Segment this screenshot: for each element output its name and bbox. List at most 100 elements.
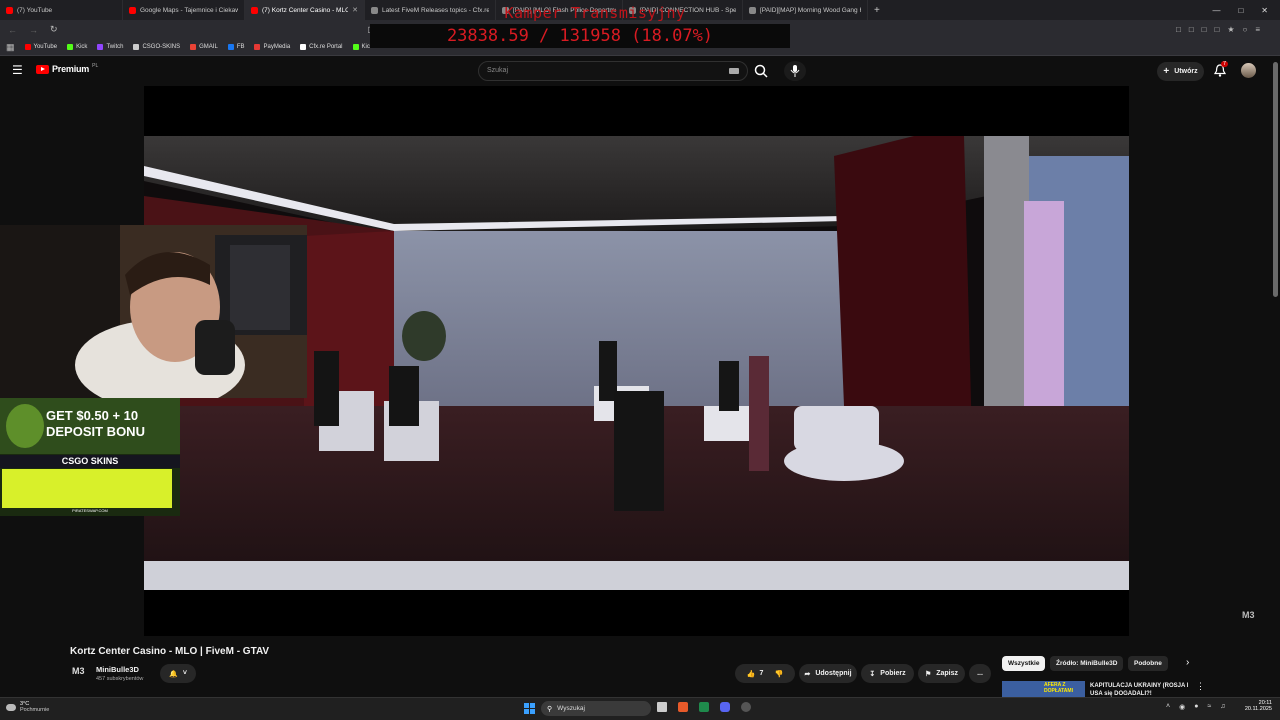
excel-icon[interactable] — [699, 702, 709, 712]
like-dislike-group: 👍 7 👎 — [735, 664, 795, 683]
search-placeholder: Szukaj — [487, 67, 509, 74]
dislike-button[interactable]: 👎 — [774, 670, 783, 678]
taskbar-search-label: Wyszukaj — [557, 705, 585, 712]
search-icon: ⚲ — [547, 705, 553, 713]
bookmark-item[interactable]: GMAIL — [190, 44, 218, 50]
like-count: 7 — [759, 670, 764, 677]
logo-text: Premium — [52, 64, 90, 74]
obs-icon[interactable] — [741, 702, 751, 712]
tab-label: [PAID][MAP] Morning Wood Gang H — [760, 6, 861, 14]
browser-icon[interactable] — [678, 702, 688, 712]
recommended-menu-icon[interactable]: ⋮ — [1196, 681, 1205, 692]
like-button[interactable]: 👍 7 — [747, 670, 764, 678]
bookmark-favicon-icon — [133, 44, 140, 50]
webcam-feed — [0, 225, 307, 398]
page-scrollbar[interactable] — [1272, 57, 1280, 697]
browser-tab[interactable]: (7) YouTube — [0, 0, 123, 20]
date: 20.11.2025 — [1244, 706, 1272, 712]
ad-brand: CSGO SKINS — [0, 455, 180, 468]
overlay-title: Kamper Transmisyjny — [504, 4, 686, 22]
tray-chevron-icon[interactable]: ˄ — [1166, 703, 1170, 711]
notifications-button[interactable]: 7 — [1213, 61, 1229, 82]
new-tab-button[interactable]: + — [868, 0, 886, 20]
maximize-icon[interactable]: □ — [1238, 6, 1243, 15]
bookmark-item[interactable]: FB — [227, 44, 245, 50]
recommended-thumbnail[interactable]: AFERA Z DOPŁATAMI — [1002, 681, 1085, 697]
bookmark-label: CSGO-SKINS — [142, 44, 181, 50]
clock[interactable]: 20:11 20.11.2025 — [1240, 700, 1272, 712]
bookmark-label: FB — [236, 44, 245, 50]
channel-watermark[interactable]: M3 — [1242, 610, 1255, 620]
subscription-bell-button[interactable]: 🔔 ˅ — [160, 664, 196, 683]
chip-source[interactable]: Źródło: MiniBulle3D — [1050, 656, 1124, 671]
taskbar-search[interactable]: ⚲ Wyszukaj — [541, 701, 651, 716]
minimize-icon[interactable]: — — [1212, 6, 1220, 15]
keyboard-icon[interactable] — [729, 68, 739, 74]
channel-avatar[interactable]: M3 — [72, 666, 89, 683]
subscriber-count: 457 subskrybentów — [96, 676, 144, 682]
save-label: Zapisz — [936, 670, 959, 677]
avatar[interactable] — [1241, 63, 1256, 78]
apps-grid-icon[interactable]: ▦ — [6, 42, 15, 53]
window-controls: — □ ✕ — [1212, 0, 1280, 20]
overlay-counter: 23838.59 / 131958 (18.07%) — [370, 24, 790, 48]
ad-line1: GET $0.50 + 10 — [46, 408, 139, 423]
close-icon[interactable]: ✕ — [1261, 6, 1268, 15]
youtube-logo[interactable]: Premium PL — [36, 63, 98, 74]
chip-all[interactable]: Wszystkie — [1002, 656, 1046, 671]
search-button[interactable] — [748, 61, 776, 81]
tab-label: (7) YouTube — [17, 6, 53, 14]
mic-icon — [790, 65, 800, 77]
bookmark-item[interactable]: CSGO-SKINS — [133, 44, 180, 50]
bookmark-item[interactable]: Cfx.re Portal — [300, 44, 343, 50]
mic-tray-icon[interactable]: ● — [1194, 703, 1198, 711]
bookmark-label: Cfx.re Portal — [309, 44, 343, 50]
recommended-title[interactable]: KAPITULACJA UKRAINY (ROSJA I USA się DOG… — [1090, 682, 1190, 697]
more-actions-button[interactable]: ... — [969, 664, 991, 683]
share-label: Udostępnij — [815, 670, 852, 677]
bookmark-item[interactable]: PayMedia — [254, 44, 290, 50]
task-view-icon[interactable] — [657, 702, 667, 712]
ad-banner — [2, 469, 172, 508]
download-icon: ↧ — [869, 670, 876, 678]
browser-tab[interactable]: (7) Kortz Center Casino - MLO ✕ — [245, 0, 365, 20]
save-button[interactable]: ⚑ Zapisz — [918, 664, 965, 683]
mic-button[interactable] — [784, 61, 806, 81]
forward-icon[interactable]: → — [29, 25, 38, 35]
weather-widget[interactable]: 3°C Pochmurnie — [6, 701, 49, 713]
tab-favicon-icon — [6, 6, 13, 14]
sponsor-ad[interactable]: GET $0.50 + 10 DEPOSIT BONU CSGO SKINS P… — [0, 398, 180, 516]
tab-close-icon[interactable]: ✕ — [352, 6, 358, 14]
more-label: ... — [977, 670, 983, 677]
browser-tab[interactable]: [PAID][MAP] Morning Wood Gang H — [743, 0, 868, 20]
chevron-right-icon[interactable]: › — [1186, 657, 1189, 668]
bookmark-favicon-icon — [67, 44, 74, 50]
share-button[interactable]: ➦ Udostępnij — [799, 664, 857, 683]
menu-icon[interactable]: ☰ — [12, 63, 23, 77]
browser-tab[interactable]: Google Maps - Tajemnice i Ciekawos — [123, 0, 245, 20]
extensions-icons[interactable]: □□□□★○≡ — [1176, 25, 1268, 34]
channel-name[interactable]: MiniBulle3D — [96, 665, 139, 674]
bookmark-item[interactable]: YouTube — [24, 44, 57, 50]
volume-icon[interactable]: ♫ — [1220, 703, 1225, 711]
search-icon — [754, 64, 768, 78]
system-tray: ˄ ◉ ● ≈ ♫ — [1166, 703, 1226, 711]
share-icon: ➦ — [804, 670, 811, 678]
notification-badge: 7 — [1221, 61, 1229, 67]
chip-related[interactable]: Podobne — [1128, 656, 1168, 671]
create-button[interactable]: + Utwórz — [1157, 62, 1204, 81]
reload-icon[interactable]: ↻ — [50, 24, 58, 35]
bookmark-item[interactable]: Kick — [67, 44, 87, 50]
discord-icon[interactable] — [720, 702, 730, 712]
ad-footer: PIRATESWAP.COM — [72, 508, 108, 513]
start-button[interactable] — [524, 703, 535, 714]
bookmark-favicon-icon — [97, 44, 104, 50]
scrollbar-thumb[interactable] — [1273, 62, 1278, 297]
bookmark-label: PayMedia — [263, 44, 291, 50]
download-button[interactable]: ↧ Pobierz — [861, 664, 914, 683]
wifi-icon[interactable]: ≈ — [1207, 703, 1211, 711]
bookmark-item[interactable]: Twitch — [97, 44, 123, 50]
back-icon[interactable]: ← — [8, 25, 17, 35]
network-icon[interactable]: ◉ — [1179, 703, 1185, 711]
search-input[interactable]: Szukaj — [478, 61, 748, 81]
